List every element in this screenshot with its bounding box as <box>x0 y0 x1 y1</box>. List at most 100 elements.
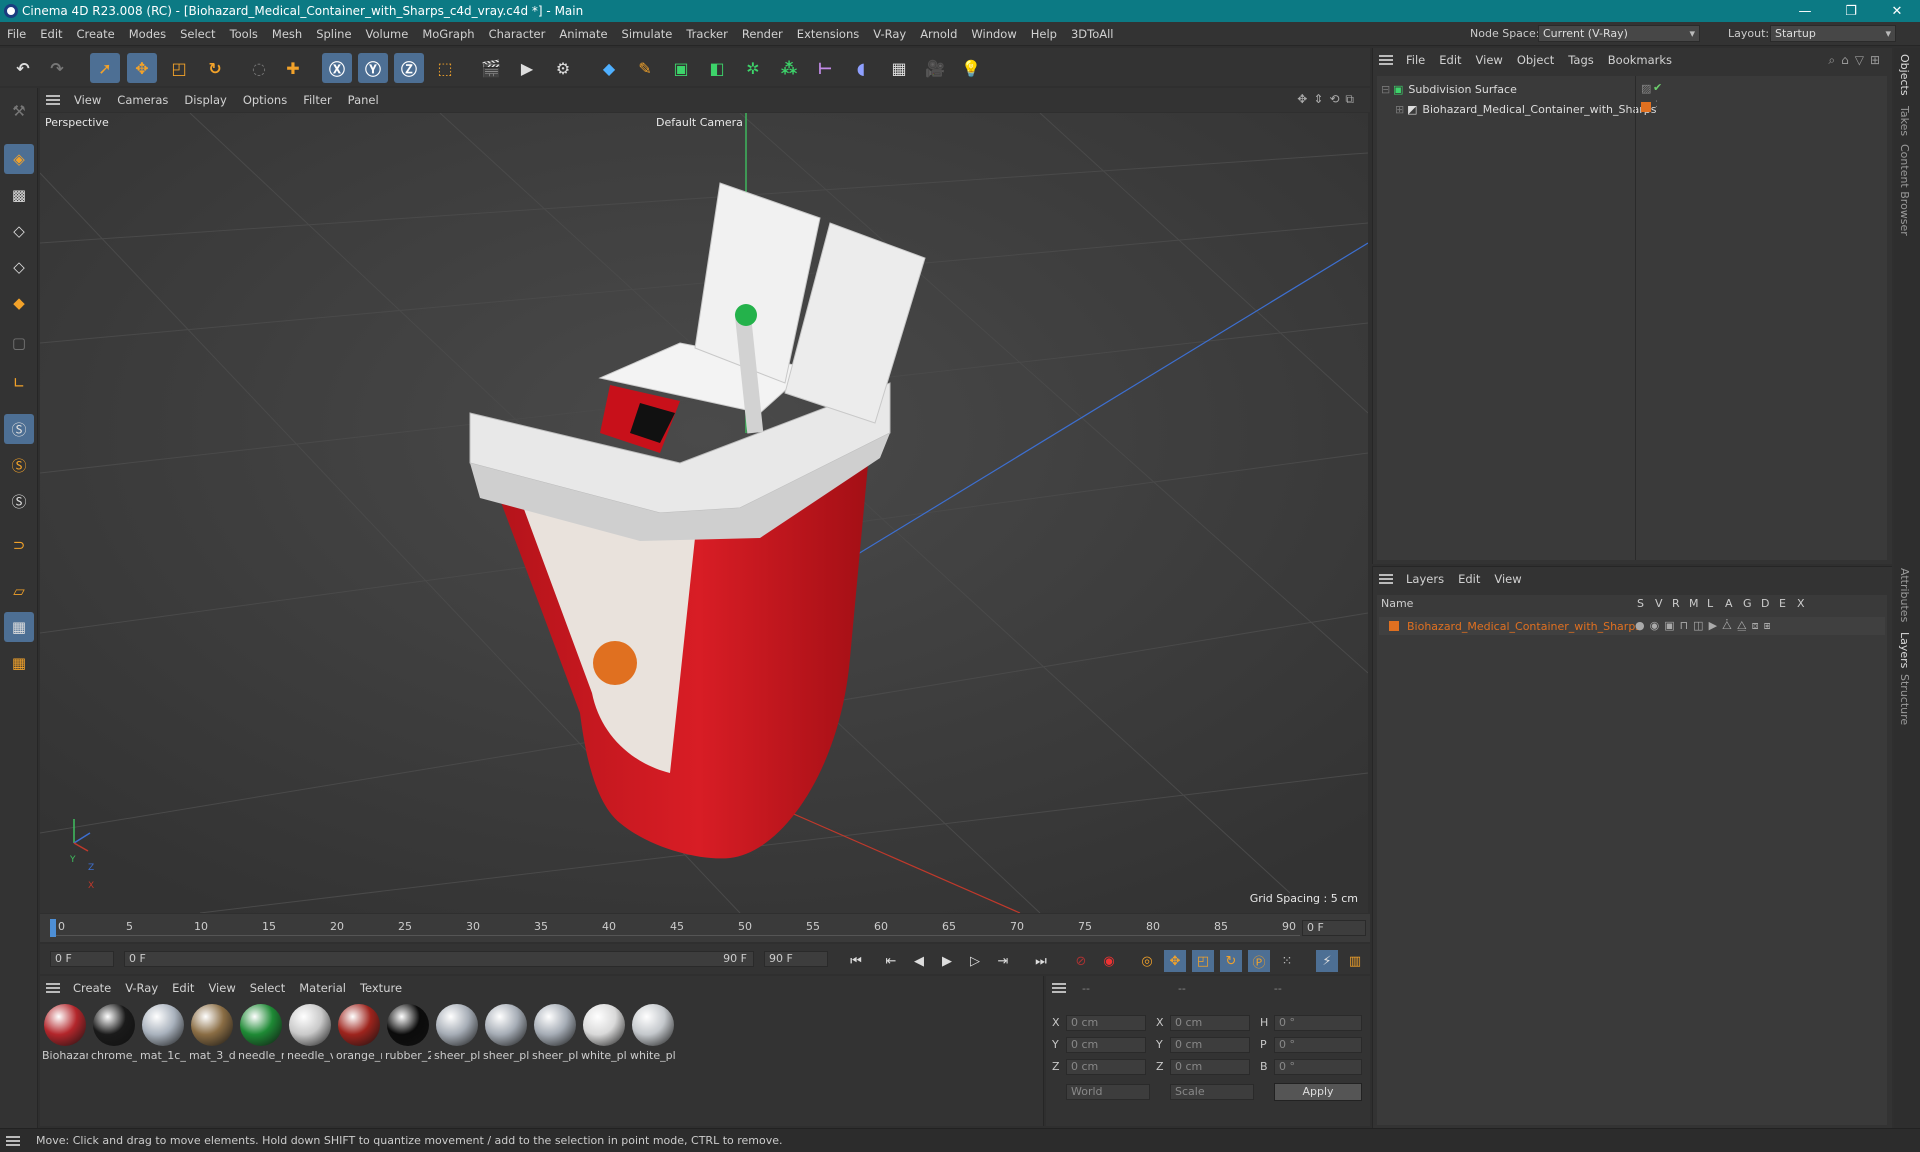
field-icon[interactable]: ◖ <box>846 53 876 83</box>
position-x-field[interactable]: 0 cm <box>1066 1015 1146 1031</box>
column-manager[interactable]: M <box>1689 597 1699 610</box>
render-region-icon[interactable]: 🎬 <box>476 53 506 83</box>
material-menu-select[interactable]: Select <box>243 981 292 995</box>
material-menu-vray[interactable]: V-Ray <box>118 981 165 995</box>
rotate-tool-icon[interactable]: ↻ <box>200 53 230 83</box>
material-swatch[interactable]: needle_r <box>238 1004 284 1064</box>
position-z-field[interactable]: 0 cm <box>1066 1059 1146 1075</box>
object-row[interactable]: ⊟ ▣ Subdivision Surface <box>1381 80 1517 98</box>
previous-key-icon[interactable]: ⇤ <box>880 950 902 972</box>
material-swatch[interactable]: orange_r <box>336 1004 382 1064</box>
size-x-field[interactable]: 0 cm <box>1170 1015 1250 1031</box>
viewport-menu-icon[interactable] <box>46 95 60 105</box>
material-menu-edit[interactable]: Edit <box>165 981 201 995</box>
light-icon[interactable]: 💡 <box>956 53 986 83</box>
side-tab-attributes[interactable]: Attributes <box>1898 568 1911 622</box>
mograph-array-icon[interactable]: ⁂ <box>774 53 804 83</box>
layout-dropdown[interactable]: Startup <box>1770 25 1896 42</box>
polygons-mode-icon[interactable]: ◆ <box>4 288 34 318</box>
keyframe-selection-icon[interactable]: ◎ <box>1136 950 1158 972</box>
move-tool-icon[interactable]: ✥ <box>127 53 157 83</box>
previous-frame-icon[interactable]: ◀ <box>908 950 930 972</box>
object-menu-edit[interactable]: Edit <box>1432 53 1468 67</box>
play-icon[interactable]: ▶ <box>936 950 958 972</box>
column-expressions[interactable]: E <box>1779 597 1786 610</box>
workplane-icon[interactable]: ▱ <box>4 576 34 606</box>
minimize-button[interactable]: — <box>1782 0 1828 22</box>
viewport-menu-filter[interactable]: Filter <box>295 88 339 112</box>
visibility-dots-icon[interactable]: ⁚ <box>1655 100 1658 110</box>
object-row[interactable]: ⊞ ◩ Biohazard_Medical_Container_with_Sha… <box>1395 100 1656 118</box>
column-visible[interactable]: V <box>1655 597 1663 610</box>
menu-window[interactable]: Window <box>964 22 1023 46</box>
material-swatch[interactable]: chrome_ <box>91 1004 137 1064</box>
layer-color-icon[interactable] <box>1641 102 1651 112</box>
material-menu-view[interactable]: View <box>201 981 242 995</box>
coordinate-system-icon[interactable]: ⬚ <box>430 53 460 83</box>
object-menu-icon[interactable] <box>1379 55 1393 65</box>
material-swatch[interactable]: Biohazar <box>42 1004 88 1064</box>
range-end-field[interactable]: 90 F <box>764 951 828 967</box>
frame-range-slider[interactable]: 0 F 90 F <box>124 951 754 967</box>
record-active-icon[interactable]: ⊘ <box>1070 950 1092 972</box>
object-menu-object[interactable]: Object <box>1510 53 1561 67</box>
menu-select[interactable]: Select <box>173 22 222 46</box>
quantize-icon[interactable]: Ⓢ <box>4 486 34 516</box>
column-generators[interactable]: G <box>1743 597 1752 610</box>
enabled-check-icon[interactable]: ✔ <box>1653 81 1662 94</box>
viewport-menu-panel[interactable]: Panel <box>340 88 387 112</box>
object-menu-view[interactable]: View <box>1469 53 1510 67</box>
locked-workplane-icon[interactable]: ▦ <box>4 648 34 678</box>
size-z-field[interactable]: 0 cm <box>1170 1059 1250 1075</box>
menu-spline[interactable]: Spline <box>309 22 358 46</box>
material-swatch[interactable]: mat_3_d <box>189 1004 235 1064</box>
column-render[interactable]: R <box>1672 597 1680 610</box>
model-mode-icon[interactable]: ◈ <box>4 144 34 174</box>
layer-row[interactable]: Biohazard_Medical_Container_with_Sharps … <box>1379 617 1885 635</box>
camera-name[interactable]: Default Camera <box>656 116 743 129</box>
menu-help[interactable]: Help <box>1024 22 1064 46</box>
autokey-icon[interactable]: ◉ <box>1098 950 1120 972</box>
material-menu-create[interactable]: Create <box>66 981 118 995</box>
edit-tag-icon[interactable]: ▨ <box>1641 82 1651 95</box>
side-tab-content-browser[interactable]: Content Browser <box>1898 144 1911 236</box>
next-frame-icon[interactable]: ▷ <box>964 950 986 972</box>
menu-mesh[interactable]: Mesh <box>265 22 309 46</box>
render-view-icon[interactable]: ▶ <box>512 53 542 83</box>
material-swatch[interactable]: white_pl <box>630 1004 676 1064</box>
layer-name[interactable]: Biohazard_Medical_Container_with_Sharps <box>1407 620 1641 633</box>
material-swatch[interactable]: sheer_pl <box>434 1004 480 1064</box>
layer-toggle-icons[interactable]: ●◉▣⊓◫▶⧊⧋⧈⧆ <box>1635 619 1776 633</box>
material-swatch[interactable]: sheer_pl <box>483 1004 529 1064</box>
menu-volume[interactable]: Volume <box>359 22 416 46</box>
y-axis-lock-icon[interactable]: Ⓨ <box>358 53 388 83</box>
apply-button[interactable]: Apply <box>1274 1083 1362 1101</box>
menu-vray[interactable]: V-Ray <box>866 22 913 46</box>
menu-tracker[interactable]: Tracker <box>679 22 735 46</box>
maximize-button[interactable]: ❐ <box>1828 0 1874 22</box>
points-mode-icon[interactable]: ◇ <box>4 216 34 246</box>
rotation-p-field[interactable]: 0 ° <box>1274 1037 1362 1053</box>
magnet-tool-icon[interactable]: ⊃ <box>4 530 34 560</box>
menu-edit[interactable]: Edit <box>33 22 69 46</box>
layer-menu-icon[interactable] <box>1379 574 1393 584</box>
texture-mode-icon[interactable]: ▩ <box>4 180 34 210</box>
undo-icon[interactable]: ↶ <box>8 53 38 83</box>
layer-menu-layers[interactable]: Layers <box>1399 572 1451 586</box>
column-xref[interactable]: X <box>1797 597 1805 610</box>
menu-3dtoall[interactable]: 3DToAll <box>1064 22 1121 46</box>
object-menu-tags[interactable]: Tags <box>1561 53 1600 67</box>
camera-icon[interactable]: 🎥 <box>920 53 950 83</box>
go-to-start-icon[interactable]: ⏮ <box>845 950 867 972</box>
edges-mode-icon[interactable]: ◇ <box>4 252 34 282</box>
menu-character[interactable]: Character <box>482 22 553 46</box>
side-tab-takes[interactable]: Takes <box>1898 106 1911 136</box>
layer-menu-view[interactable]: View <box>1487 572 1528 586</box>
size-y-field[interactable]: 0 cm <box>1170 1037 1250 1053</box>
playhead[interactable] <box>50 919 56 937</box>
go-to-end-icon[interactable]: ⏭ <box>1030 950 1052 972</box>
z-axis-lock-icon[interactable]: Ⓩ <box>394 53 424 83</box>
menu-tools[interactable]: Tools <box>223 22 265 46</box>
position-y-field[interactable]: 0 cm <box>1066 1037 1146 1053</box>
menu-arnold[interactable]: Arnold <box>913 22 964 46</box>
